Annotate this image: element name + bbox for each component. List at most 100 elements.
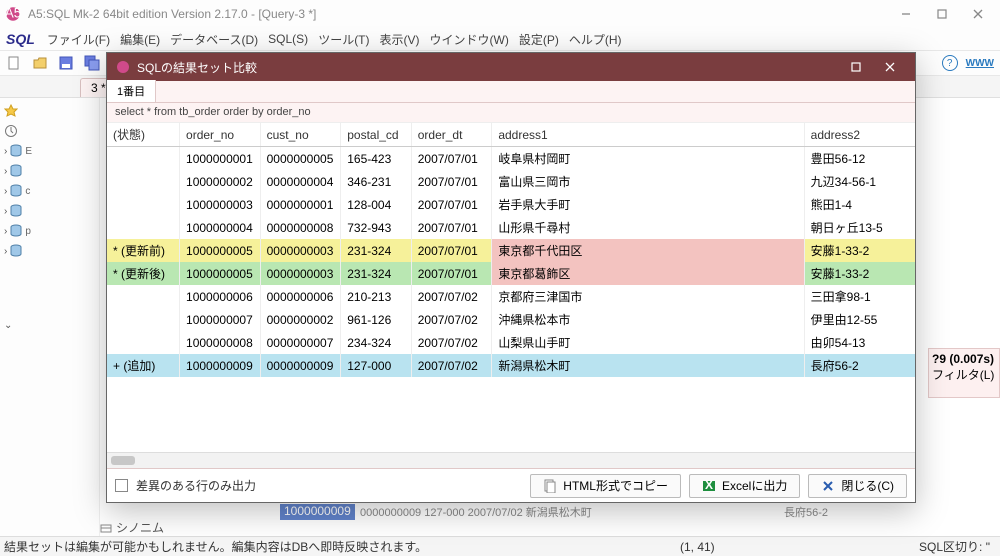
menu-window[interactable]: ウインドウ(W) — [430, 31, 509, 48]
grid-row[interactable]: 10000000030000000001128-0042007/07/01岩手県… — [107, 193, 915, 216]
dialog-tab-1[interactable]: 1番目 — [107, 80, 156, 102]
grid-row[interactable]: 10000000010000000005165-4232007/07/01岐阜県… — [107, 147, 915, 171]
diff-only-checkbox[interactable] — [115, 479, 128, 492]
clock-icon[interactable] — [4, 124, 18, 138]
minimize-button[interactable] — [888, 2, 924, 26]
grid-row[interactable]: * (更新前)10000000050000000003231-3242007/0… — [107, 239, 915, 262]
cell-state[interactable] — [107, 285, 180, 308]
filter-label[interactable]: フィルタ(L) — [932, 366, 996, 383]
db-icon[interactable] — [9, 224, 23, 238]
cell-address2[interactable]: 三田拿98-1 — [804, 285, 915, 308]
grid-row[interactable]: 10000000080000000007234-3242007/07/02山梨県… — [107, 331, 915, 354]
menu-tool[interactable]: ツール(T) — [318, 31, 369, 48]
col-state[interactable]: (状態) — [107, 123, 180, 147]
cell-address1[interactable]: 山梨県山手町 — [492, 331, 804, 354]
cell-postal[interactable]: 231-324 — [341, 262, 412, 285]
col-order-no[interactable]: order_no — [180, 123, 261, 147]
tree-chevron-icon[interactable]: › — [4, 146, 7, 157]
cell-address2[interactable]: 由卯54-13 — [804, 331, 915, 354]
result-grid[interactable]: (状態) order_no cust_no postal_cd order_dt… — [107, 123, 915, 452]
cell-address1[interactable]: 富山県三岡市 — [492, 170, 804, 193]
cell-cust-no[interactable]: 0000000003 — [260, 262, 341, 285]
db-icon[interactable] — [9, 144, 23, 158]
dialog-maximize-button[interactable] — [839, 56, 873, 78]
cell-state[interactable]: * (更新前) — [107, 239, 180, 262]
cell-date[interactable]: 2007/07/01 — [411, 170, 492, 193]
menu-help[interactable]: ヘルプ(H) — [569, 31, 622, 48]
menu-edit[interactable]: 編集(E) — [120, 31, 160, 48]
close-button[interactable] — [960, 2, 996, 26]
cell-address2[interactable]: 豊田56-12 — [804, 147, 915, 171]
cell-address1[interactable]: 岐阜県村岡町 — [492, 147, 804, 171]
cell-address2[interactable]: 安藤1-33-2 — [804, 239, 915, 262]
toolbar-saveall-icon[interactable] — [84, 55, 100, 71]
grid-horizontal-scrollbar[interactable] — [107, 452, 915, 468]
cell-order-no[interactable]: 1000000002 — [180, 170, 261, 193]
col-cust-no[interactable]: cust_no — [260, 123, 341, 147]
menu-view[interactable]: 表示(V) — [380, 31, 420, 48]
cell-address2[interactable]: 伊里由12-55 — [804, 308, 915, 331]
col-order-dt[interactable]: order_dt — [411, 123, 492, 147]
cell-state[interactable]: + (追加) — [107, 354, 180, 377]
cell-date[interactable]: 2007/07/01 — [411, 216, 492, 239]
cell-order-no[interactable]: 1000000005 — [180, 262, 261, 285]
grid-row[interactable]: 10000000040000000008732-9432007/07/01山形県… — [107, 216, 915, 239]
cell-postal[interactable]: 234-324 — [341, 331, 412, 354]
cell-postal[interactable]: 961-126 — [341, 308, 412, 331]
menu-database[interactable]: データベース(D) — [170, 31, 258, 48]
cell-order-no[interactable]: 1000000009 — [180, 354, 261, 377]
cell-cust-no[interactable]: 0000000009 — [260, 354, 341, 377]
cell-order-no[interactable]: 1000000001 — [180, 147, 261, 171]
cell-cust-no[interactable]: 0000000005 — [260, 147, 341, 171]
toolbar-new-icon[interactable] — [6, 55, 22, 71]
cell-cust-no[interactable]: 0000000004 — [260, 170, 341, 193]
cell-state[interactable]: * (更新後) — [107, 262, 180, 285]
cell-order-no[interactable]: 1000000003 — [180, 193, 261, 216]
maximize-button[interactable] — [924, 2, 960, 26]
grid-row[interactable]: 10000000060000000006210-2132007/07/02京都府… — [107, 285, 915, 308]
cell-order-no[interactable]: 1000000008 — [180, 331, 261, 354]
sidebar-synonym[interactable]: シノニム — [100, 519, 164, 536]
cell-address1[interactable]: 沖縄県松本市 — [492, 308, 804, 331]
cell-state[interactable] — [107, 147, 180, 171]
cell-state[interactable] — [107, 216, 180, 239]
cell-order-no[interactable]: 1000000007 — [180, 308, 261, 331]
menu-file[interactable]: ファイル(F) — [47, 31, 110, 48]
grid-row[interactable]: + (追加)10000000090000000009127-0002007/07… — [107, 354, 915, 377]
cell-postal[interactable]: 346-231 — [341, 170, 412, 193]
db-icon[interactable] — [9, 244, 23, 258]
toolbar-open-icon[interactable] — [32, 55, 48, 71]
close-dialog-button[interactable]: 閉じる(C) — [808, 474, 907, 498]
menu-settings[interactable]: 設定(P) — [519, 31, 559, 48]
cell-date[interactable]: 2007/07/01 — [411, 239, 492, 262]
cell-cust-no[interactable]: 0000000008 — [260, 216, 341, 239]
cell-cust-no[interactable]: 0000000003 — [260, 239, 341, 262]
grid-row[interactable]: * (更新後)10000000050000000003231-3242007/0… — [107, 262, 915, 285]
cell-cust-no[interactable]: 0000000002 — [260, 308, 341, 331]
cell-date[interactable]: 2007/07/01 — [411, 262, 492, 285]
col-address2[interactable]: address2 — [804, 123, 915, 147]
grid-row[interactable]: 10000000070000000002961-1262007/07/02沖縄県… — [107, 308, 915, 331]
favorite-icon[interactable] — [4, 104, 18, 118]
db-icon[interactable] — [9, 204, 23, 218]
dialog-close-button[interactable] — [873, 56, 907, 78]
toolbar-save-icon[interactable] — [58, 55, 74, 71]
cell-order-no[interactable]: 1000000006 — [180, 285, 261, 308]
cell-postal[interactable]: 165-423 — [341, 147, 412, 171]
cell-order-no[interactable]: 1000000005 — [180, 239, 261, 262]
copy-html-button[interactable]: HTML形式でコピー — [530, 474, 681, 498]
grid-row[interactable]: 10000000020000000004346-2312007/07/01富山県… — [107, 170, 915, 193]
col-postal-cd[interactable]: postal_cd — [341, 123, 412, 147]
cell-cust-no[interactable]: 0000000006 — [260, 285, 341, 308]
cell-address1[interactable]: 山形県千尋村 — [492, 216, 804, 239]
cell-date[interactable]: 2007/07/01 — [411, 147, 492, 171]
cell-state[interactable] — [107, 170, 180, 193]
cell-date[interactable]: 2007/07/01 — [411, 193, 492, 216]
cell-address2[interactable]: 長府56-2 — [804, 354, 915, 377]
db-icon[interactable] — [9, 164, 23, 178]
cell-address2[interactable]: 安藤1-33-2 — [804, 262, 915, 285]
cell-date[interactable]: 2007/07/02 — [411, 354, 492, 377]
cell-address1[interactable]: 新潟県松木町 — [492, 354, 804, 377]
db-icon[interactable] — [9, 184, 23, 198]
export-excel-button[interactable]: X Excelに出力 — [689, 474, 800, 498]
